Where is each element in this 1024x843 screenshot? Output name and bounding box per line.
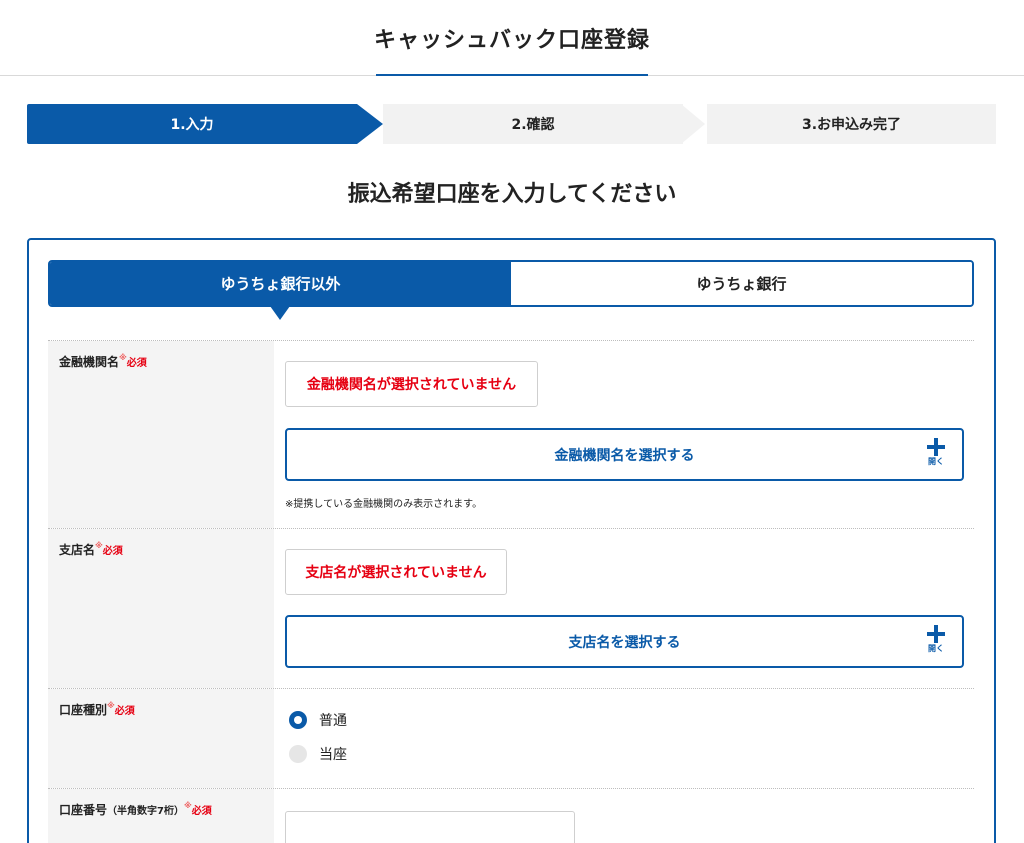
- title-underline: [376, 74, 648, 76]
- radio-futsu[interactable]: 普通: [289, 710, 347, 730]
- row-label-cell: 金融機関名※必須: [48, 341, 274, 528]
- tab-yucho[interactable]: ゆうちょ銀行: [511, 262, 972, 305]
- open-icon-label: 開く: [928, 644, 944, 653]
- account-number-input[interactable]: [285, 811, 575, 843]
- step-confirm-arrow: [681, 104, 705, 144]
- required-badge: ※必須: [107, 701, 135, 717]
- row-label-cell: 口座番号（半角数字7桁）※必須: [48, 789, 274, 843]
- step-complete: 3.お申込み完了: [707, 104, 996, 144]
- radio-unchecked-icon[interactable]: [289, 745, 307, 763]
- active-tab-pointer: [270, 306, 290, 320]
- step-input: 1.入力: [27, 104, 357, 144]
- open-icon-label: 開く: [928, 457, 944, 466]
- row-label-cell: 支店名※必須: [48, 529, 274, 688]
- plus-icon: [927, 438, 945, 456]
- row-label-cell: 口座種別※必須: [48, 689, 274, 788]
- account-type-row: 口座種別※必須 普通 当座: [48, 688, 974, 788]
- select-branch-button-label: 支店名を選択する: [568, 634, 681, 651]
- account-number-row: 口座番号（半角数字7桁）※必須: [48, 788, 974, 843]
- plus-icon: [927, 625, 945, 643]
- step-confirm: 2.確認: [383, 104, 683, 144]
- section-title: 振込希望口座を入力してください: [347, 182, 677, 207]
- page-title: キャッシュバック口座登録: [373, 28, 650, 53]
- branch-name-label: 支店名※必須: [59, 541, 123, 557]
- required-badge: ※必須: [95, 541, 123, 557]
- bank-name-note: ※提携している金融機関のみ表示されます。: [285, 499, 483, 510]
- bank-name-status: 金融機関名が選択されていません: [285, 361, 538, 407]
- page-header: キャッシュバック口座登録: [0, 0, 1024, 76]
- required-badge: ※必須: [183, 801, 212, 817]
- radio-toza[interactable]: 当座: [289, 744, 347, 764]
- branch-name-row: 支店名※必須 支店名が選択されていません 支店名を選択する 開く: [48, 528, 974, 688]
- radio-checked-icon[interactable]: [289, 711, 307, 729]
- progress-steps: 1.入力 2.確認 3.お申込み完了: [27, 104, 996, 144]
- radio-futsu-label: 普通: [319, 713, 347, 729]
- radio-toza-label: 当座: [319, 747, 347, 763]
- select-branch-button[interactable]: 支店名を選択する 開く: [285, 615, 964, 668]
- bank-name-label: 金融機関名※必須: [59, 353, 147, 369]
- account-type-label: 口座種別※必須: [59, 701, 135, 717]
- branch-name-status: 支店名が選択されていません: [285, 549, 507, 595]
- step-input-arrow: [357, 104, 383, 144]
- open-icon: 開く: [926, 438, 946, 474]
- select-bank-button-label: 金融機関名を選択する: [554, 447, 695, 464]
- bank-type-tabs: ゆうちょ銀行以外 ゆうちょ銀行: [48, 260, 974, 307]
- bank-name-row: 金融機関名※必須 金融機関名が選択されていません 金融機関名を選択する 開く ※…: [48, 340, 974, 528]
- account-number-label: 口座番号（半角数字7桁）※必須: [59, 801, 212, 817]
- required-badge: ※必須: [119, 353, 147, 369]
- select-bank-button[interactable]: 金融機関名を選択する 開く: [285, 428, 964, 481]
- tab-non-yucho[interactable]: ゆうちょ銀行以外: [50, 262, 511, 305]
- open-icon: 開く: [926, 625, 946, 661]
